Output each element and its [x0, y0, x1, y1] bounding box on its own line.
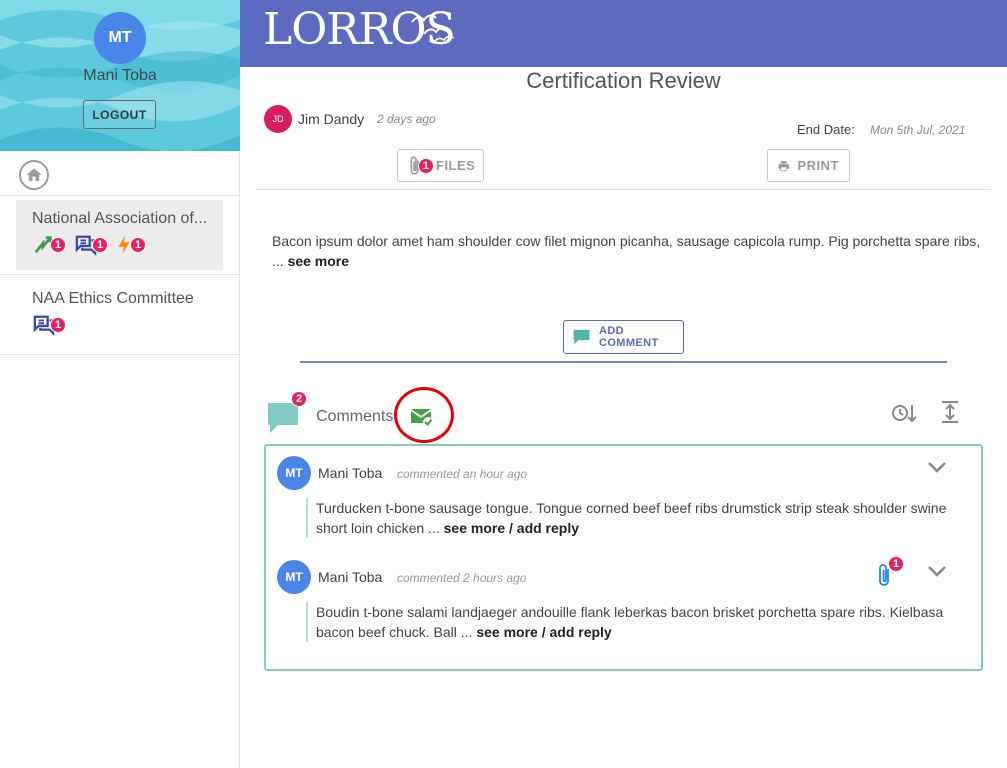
files-count-badge: 1: [418, 157, 434, 174]
user-name: Mani Toba: [83, 67, 157, 84]
see-more-reply-link[interactable]: see more / add reply: [476, 624, 611, 640]
org-title: NAA Ethics Committee: [32, 290, 194, 307]
chevron-down-icon[interactable]: [926, 460, 948, 474]
comment-text: Turducken t-bone sausage tongue. Tongue …: [316, 500, 947, 536]
end-date-value: Mon 5th Jul, 2021: [870, 123, 966, 137]
alerts-indicator[interactable]: 1: [116, 234, 154, 256]
attachment-count-badge: 1: [888, 556, 904, 572]
user-avatar[interactable]: MT: [94, 12, 146, 64]
post-timestamp: 2 days ago: [377, 112, 436, 126]
files-label: FILES: [436, 158, 476, 173]
org-activity-icons: 1 1 1: [32, 234, 154, 256]
author-avatar[interactable]: JD: [264, 105, 292, 133]
sidebar-item-national-association[interactable]: National Association of... 1 1 1: [16, 200, 223, 270]
commenter-name: Mani Toba: [318, 569, 383, 585]
add-comment-label: ADD COMMENT: [598, 325, 659, 349]
end-date-label: End Date:: [797, 122, 855, 137]
author-name: Jim Dandy: [298, 111, 365, 127]
comments-label: Comments: [316, 408, 394, 425]
messages-indicator[interactable]: 1: [74, 234, 112, 256]
files-button[interactable]: 1 FILES: [397, 149, 484, 182]
commenter-avatar[interactable]: MT: [277, 560, 311, 594]
chevron-down-icon[interactable]: [926, 564, 948, 578]
comment-timestamp: commented 2 hours ago: [397, 571, 527, 585]
divider: [0, 354, 240, 355]
mail-check-icon[interactable]: [410, 406, 434, 428]
commenter-avatar[interactable]: MT: [277, 456, 311, 490]
logout-button[interactable]: LOGOUT: [83, 100, 156, 129]
comment-icon: [573, 329, 590, 345]
app-header: LORROS: [240, 0, 1007, 67]
home-button[interactable]: [19, 160, 49, 190]
org-title: National Association of...: [32, 210, 208, 227]
badge-count: 1: [92, 237, 108, 253]
sidebar: MT Mani Toba LOGOUT National Association…: [0, 0, 240, 768]
comments-header: 2 Comments: [264, 387, 984, 443]
print-label: PRINT: [797, 158, 839, 173]
review-text: Bacon ipsum dolor amet ham shoulder cow …: [272, 233, 981, 269]
badge-count: 1: [50, 317, 66, 333]
see-more-link[interactable]: see more: [288, 253, 349, 269]
birds-icon: [411, 14, 455, 43]
comment-text: Boudin t-bone salami landjaeger andouill…: [316, 604, 944, 640]
comment-body: Turducken t-bone sausage tongue. Tongue …: [306, 498, 966, 538]
profile-panel: MT Mani Toba LOGOUT: [0, 0, 240, 151]
sort-by-time-icon[interactable]: [891, 402, 917, 424]
section-divider: [300, 361, 947, 363]
review-body: Bacon ipsum dolor amet ham shoulder cow …: [272, 231, 982, 271]
print-button[interactable]: PRINT: [767, 149, 850, 182]
main-content: Certification Review JD Jim Dandy 2 days…: [240, 67, 1007, 768]
sidebar-item-naa-ethics[interactable]: NAA Ethics Committee 1: [16, 280, 223, 350]
comments-list: MT Mani Toba commented an hour ago Turdu…: [264, 444, 983, 671]
badge-count: 1: [130, 237, 146, 253]
home-row: [0, 151, 240, 196]
divider: [0, 274, 240, 275]
commenter-name: Mani Toba: [318, 465, 383, 481]
print-icon: [778, 160, 790, 171]
org-activity-icons: 1: [32, 314, 70, 336]
badge-count: 1: [50, 237, 66, 253]
page-title: Certification Review: [526, 68, 721, 93]
add-comment-button[interactable]: ADD COMMENT: [563, 320, 684, 354]
comment-body: Boudin t-bone salami landjaeger andouill…: [306, 602, 966, 642]
messages-indicator[interactable]: 1: [32, 314, 70, 336]
progress-indicator[interactable]: 1: [32, 234, 70, 256]
see-more-reply-link[interactable]: see more / add reply: [444, 520, 579, 536]
divider: [256, 189, 991, 190]
expand-all-icon[interactable]: [940, 400, 960, 424]
files-attachment: 1: [408, 155, 434, 177]
comment-timestamp: commented an hour ago: [397, 467, 528, 481]
home-icon: [26, 168, 42, 181]
comments-count-badge: 2: [291, 391, 307, 407]
